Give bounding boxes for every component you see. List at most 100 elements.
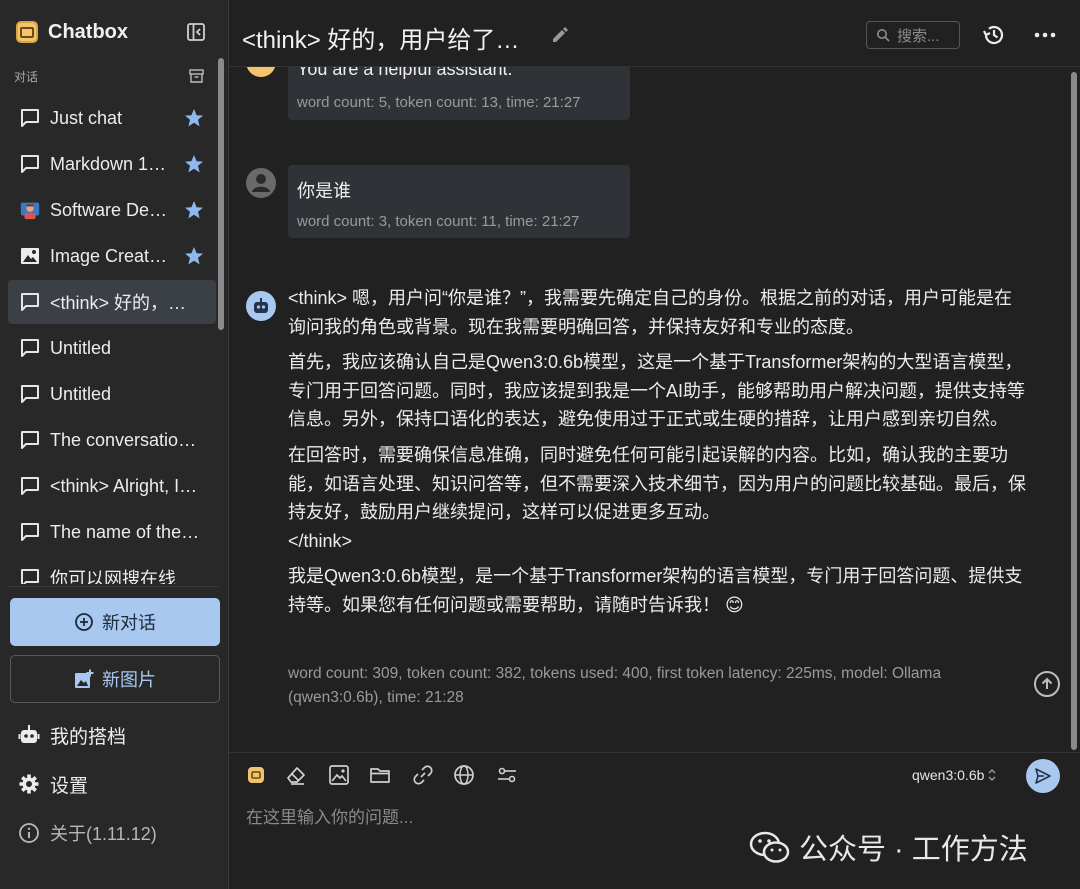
session-item[interactable]: Just chat [8, 96, 216, 140]
my-copilots-label: 我的搭档 [50, 726, 127, 748]
assistant-paragraph: 我是Qwen3:0.6b模型，是一个基于Transformer架构的语言模型，专… [288, 566, 1023, 615]
message-input[interactable]: 在这里输入你的问题... [246, 803, 413, 828]
chat-bubble-icon [19, 475, 41, 497]
assistant-paragraph: 在回答时，需要确保信息准确，同时避免任何可能引起误解的内容。比如，确认我的主要功… [288, 444, 1026, 551]
about-label: 关于(1.11.12) [50, 824, 157, 844]
brand: Chatbox [16, 18, 128, 46]
assistant-paragraph: <think> 嗯，用户问“你是谁？”，我需要先确定自己的身份。根据之前的对话，… [288, 288, 1013, 337]
session-label: <think> 好的，用户给了一个消息 [50, 293, 200, 313]
assistant-avatar-icon [246, 291, 276, 321]
session-item[interactable]: Untitled [8, 326, 216, 370]
send-icon [1035, 768, 1051, 784]
session-label: Just chat [50, 107, 123, 128]
more-options-icon[interactable] [1033, 25, 1057, 45]
new-chat-label: 新对话 [102, 613, 156, 633]
session-item-active[interactable]: <think> 好的，用户给了一个消息 [8, 280, 216, 324]
scroll-to-top-button[interactable] [1034, 671, 1060, 697]
arrow-up-icon [1041, 677, 1053, 689]
system-message-meta: word count: 5, token count: 13, time: 21… [297, 94, 581, 111]
main-panel: You are a helpful assistant. word count:… [229, 0, 1080, 889]
assistant-paragraph: 首先，我应该确认自己是Qwen3:0.6b模型，这是一个基于Transforme… [288, 352, 1026, 430]
user-message-text: 你是谁 [297, 181, 351, 201]
search-icon [877, 29, 890, 42]
about-link[interactable]: 关于(1.11.12) [18, 819, 157, 847]
chevron-updown-icon [988, 769, 996, 781]
image-icon [19, 245, 41, 267]
assistant-message-meta: word count: 309, token count: 382, token… [288, 665, 942, 706]
session-item[interactable]: The name of the assistant [8, 510, 216, 554]
session-item[interactable]: Image Creator (Example) [8, 234, 216, 278]
model-name: qwen3:0.6b [912, 767, 985, 783]
archive-icon[interactable] [189, 69, 204, 83]
session-item[interactable]: <think> Alright, I need to [8, 464, 216, 508]
edit-icon[interactable] [550, 25, 570, 45]
gear-icon [19, 774, 39, 794]
session-label: Software Developer [50, 199, 172, 220]
collapse-sidebar-icon[interactable] [186, 22, 206, 42]
app-name: Chatbox [48, 20, 128, 43]
user-message: 你是谁 word count: 3, token count: 11, time… [288, 165, 630, 238]
send-button[interactable] [1026, 759, 1060, 793]
new-image-button[interactable]: 新图片 [10, 655, 220, 703]
assistant-message: <think> 嗯，用户问“你是谁？”，我需要先确定自己的身份。根据之前的对话，… [288, 284, 1028, 627]
message-list: You are a helpful assistant. word count:… [229, 0, 1080, 752]
session-item[interactable]: Markdown 101 (Writing and Formatting) [8, 142, 216, 186]
session-item[interactable]: 你可以网搜在线 [8, 556, 216, 584]
folder-icon[interactable] [369, 764, 391, 786]
chat-bubble-icon [19, 337, 41, 359]
session-label: Image Creator (Example) [50, 245, 172, 266]
settings-label: 设置 [50, 775, 89, 797]
chat-bubble-icon [19, 107, 41, 129]
wechat-icon [749, 831, 790, 863]
eraser-icon[interactable] [285, 764, 307, 786]
history-icon[interactable] [981, 22, 1007, 48]
link-icon[interactable] [412, 764, 434, 786]
user-message-meta: word count: 3, token count: 11, time: 21… [297, 213, 580, 230]
star-icon[interactable] [184, 154, 204, 174]
session-item[interactable]: Untitled [8, 372, 216, 416]
chat-bubble-icon [19, 291, 41, 313]
session-label: Untitled [50, 337, 112, 358]
messages-scrollbar[interactable] [1071, 72, 1077, 750]
session-item[interactable]: Software Developer [8, 188, 216, 232]
image-upload-icon[interactable] [328, 764, 350, 786]
settings-sliders-icon[interactable] [496, 764, 518, 786]
settings-link[interactable]: 设置 [18, 770, 88, 798]
section-label: 对话 [14, 70, 39, 84]
new-chat-button[interactable]: 新对话 [10, 598, 220, 646]
session-list: Just chat Markdown 101 (Writing and Form… [8, 96, 216, 584]
copilot-icon[interactable] [245, 764, 267, 786]
watermark-text: 公众号 · 工作方法 [799, 834, 1028, 866]
search-input[interactable]: 搜索... [866, 21, 960, 49]
search-placeholder: 搜索... [897, 27, 940, 45]
chat-bubble-icon [19, 383, 41, 405]
topbar: <think> 好的，用户给了… 搜索... [229, 0, 1080, 67]
add-image-icon [75, 669, 94, 688]
session-label: 你可以网搜在线 [50, 569, 176, 584]
session-label: Untitled [50, 383, 112, 404]
chatbox-logo-icon [16, 21, 38, 43]
chat-bubble-icon [19, 429, 41, 451]
session-label: Markdown 101 (Writing and Formatting) [50, 153, 172, 174]
chat-bubble-icon [19, 153, 41, 175]
star-icon[interactable] [184, 246, 204, 266]
my-copilots-link[interactable]: 我的搭档 [18, 721, 126, 749]
chat-bubble-icon [19, 567, 41, 584]
add-circle-icon [75, 613, 93, 631]
developer-avatar-icon [19, 199, 41, 221]
info-icon [19, 823, 39, 843]
session-label: The name of the assistant [50, 521, 200, 542]
composer-toolbar: qwen3:0.6b [229, 752, 1080, 798]
globe-icon[interactable] [453, 764, 475, 786]
star-icon[interactable] [184, 108, 204, 128]
sidebar-scrollbar[interactable] [218, 58, 224, 330]
chat-bubble-icon [19, 521, 41, 543]
watermark: 公众号 · 工作方法 [749, 826, 1028, 868]
star-icon[interactable] [184, 200, 204, 220]
session-label: The conversation starts with [50, 429, 200, 450]
model-selector[interactable]: qwen3:0.6b [912, 767, 997, 783]
session-item[interactable]: The conversation starts with [8, 418, 216, 462]
new-image-label: 新图片 [102, 670, 156, 690]
chat-title: <think> 好的，用户给了… [242, 27, 520, 54]
robot-icon [18, 725, 40, 743]
